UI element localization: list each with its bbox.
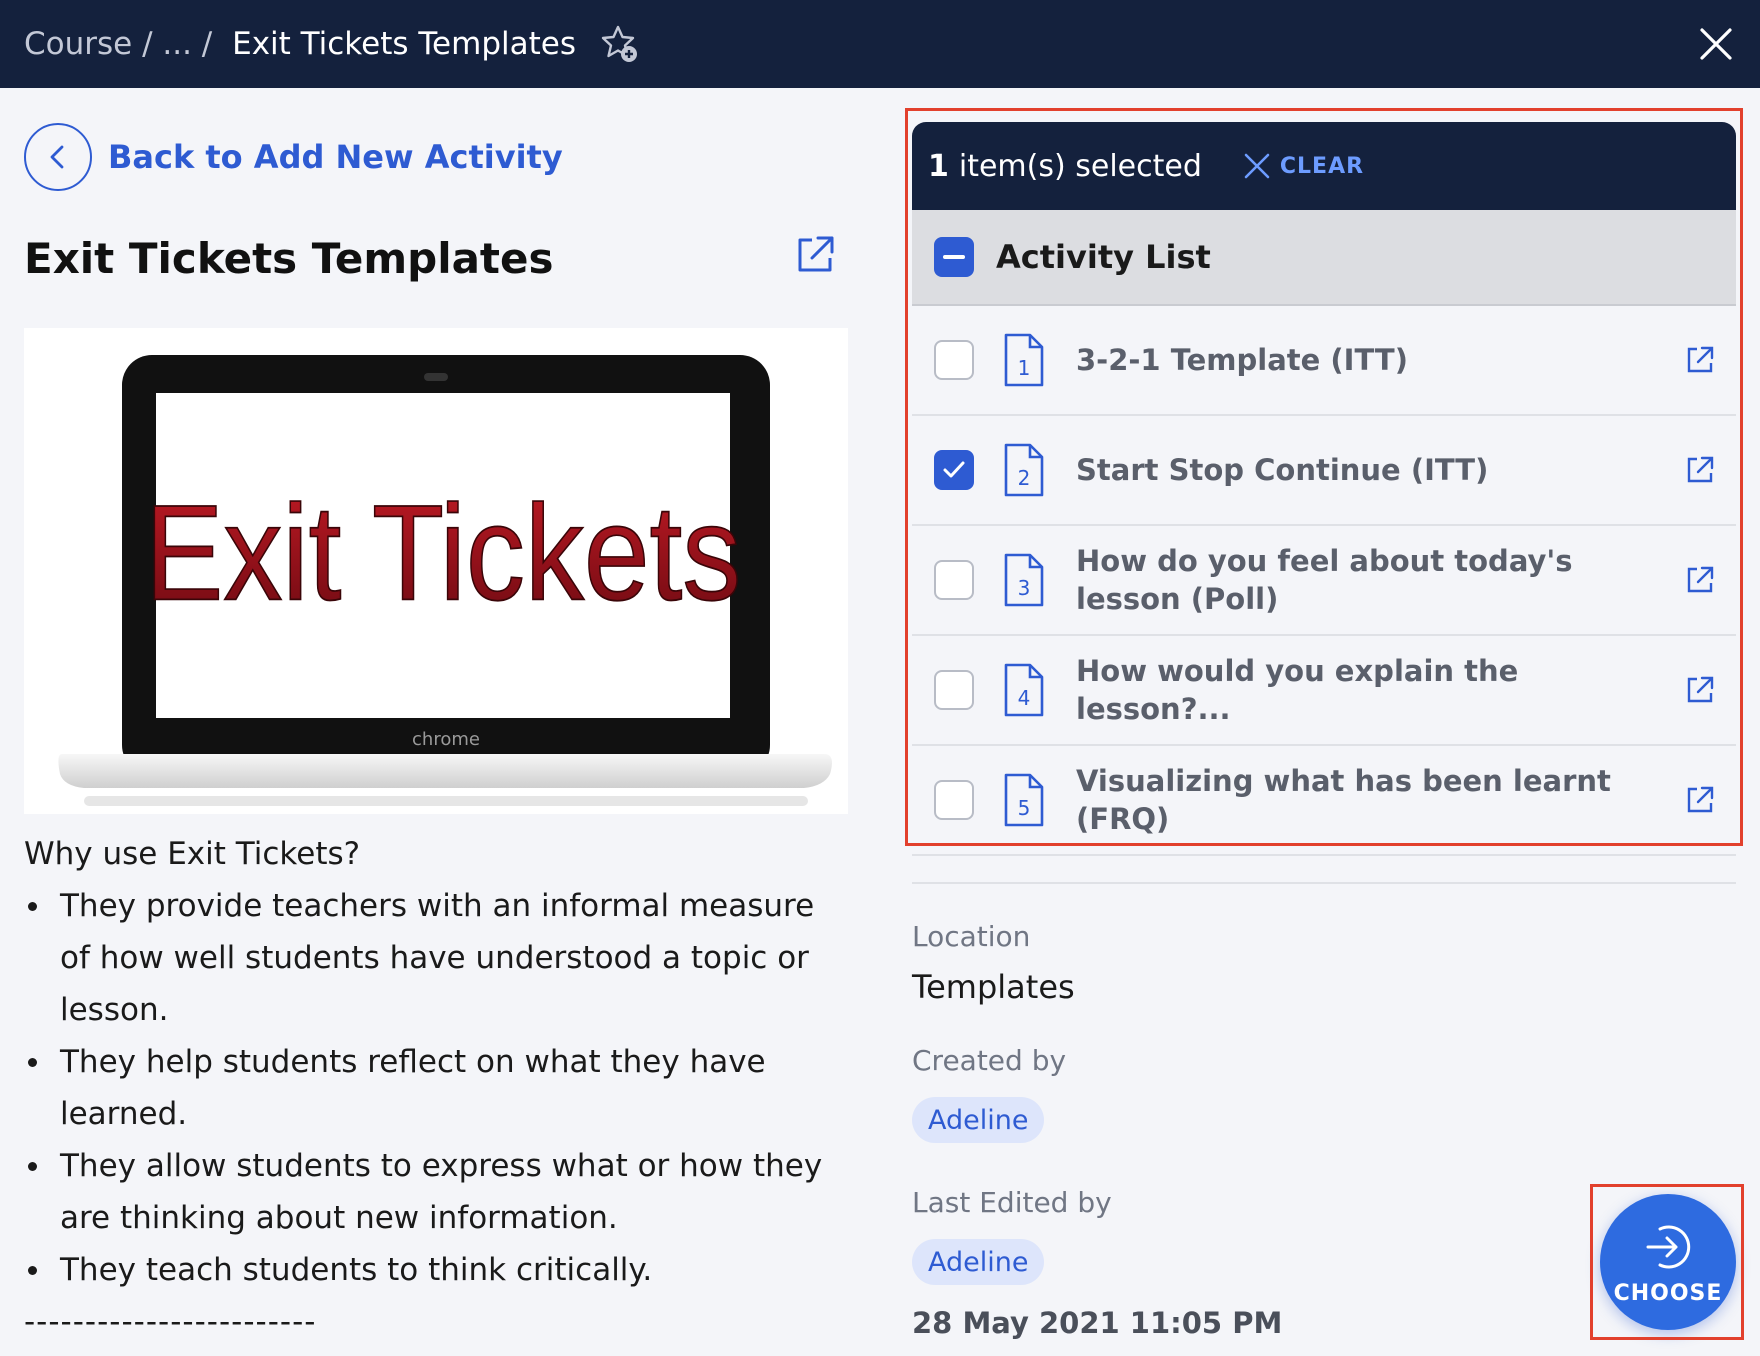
- open-external-icon[interactable]: [1684, 344, 1716, 376]
- activity-row[interactable]: 3 How do you feel about today's lesson (…: [912, 526, 1736, 636]
- breadcrumb-separator: /: [132, 26, 163, 62]
- activity-title: Visualizing what has been learnt (FRQ): [1076, 764, 1611, 836]
- open-external-icon[interactable]: [1684, 784, 1716, 816]
- location-label: Location: [912, 920, 1031, 953]
- choose-label: CHOOSE: [1613, 1280, 1723, 1306]
- favorite-star-icon[interactable]: [598, 23, 640, 65]
- minus-icon: [943, 255, 965, 259]
- document-icon: 3: [1004, 553, 1044, 607]
- svg-text:3: 3: [1018, 576, 1031, 600]
- svg-text:1: 1: [1018, 356, 1031, 380]
- breadcrumb-current: Exit Tickets Templates: [232, 26, 576, 62]
- activity-row[interactable]: 1 3-2-1 Template (ITT): [912, 306, 1736, 416]
- document-icon: 5: [1004, 773, 1044, 827]
- row-checkbox[interactable]: [934, 560, 974, 600]
- svg-text:4: 4: [1018, 686, 1031, 710]
- checkmark-icon: [943, 461, 965, 478]
- document-icon: 2: [1004, 443, 1044, 497]
- back-button-label: Back to Add New Activity: [108, 138, 563, 176]
- description-bullet: They allow students to express what or h…: [24, 1140, 844, 1244]
- row-checkbox[interactable]: [934, 780, 974, 820]
- open-external-icon[interactable]: [1684, 454, 1716, 486]
- row-checkbox-checked[interactable]: [934, 450, 974, 490]
- hero-image: Exit Tickets chrome: [24, 328, 848, 814]
- clear-label: CLEAR: [1279, 153, 1365, 179]
- svg-text:2: 2: [1018, 466, 1031, 490]
- activity-title: How do you feel about today's lesson (Po…: [1076, 544, 1573, 616]
- activity-title: 3-2-1 Template (ITT): [1076, 343, 1408, 377]
- selection-bar: 1 item(s) selected CLEAR: [912, 122, 1736, 210]
- selected-count: 1: [928, 148, 949, 184]
- breadcrumb-ellipsis[interactable]: ...: [162, 26, 192, 62]
- row-checkbox[interactable]: [934, 670, 974, 710]
- created-by-chip[interactable]: Adeline: [912, 1097, 1045, 1143]
- description-divider: ------------------------: [24, 1304, 317, 1340]
- hero-brand-text: chrome: [412, 729, 480, 750]
- activity-title: How would you explain the lesson?...: [1076, 654, 1519, 726]
- activity-title: Start Stop Continue (ITT): [1076, 453, 1489, 487]
- activity-rows: 1 3-2-1 Template (ITT) 2 Start Stop Cont…: [912, 306, 1736, 856]
- enter-arrow-icon: [1646, 1225, 1691, 1268]
- document-icon: 4: [1004, 663, 1044, 717]
- choose-button[interactable]: CHOOSE: [1600, 1194, 1736, 1330]
- open-external-icon[interactable]: [1684, 674, 1716, 706]
- clear-x-icon: [1244, 153, 1270, 179]
- created-by-label: Created by: [912, 1044, 1067, 1077]
- activity-row[interactable]: 2 Start Stop Continue (ITT): [912, 416, 1736, 526]
- description-bullet: They teach students to think critically.: [24, 1244, 844, 1296]
- breadcrumb-separator: /: [191, 26, 223, 62]
- svg-text:5: 5: [1018, 796, 1031, 820]
- description-bullets: They provide teachers with an informal m…: [24, 880, 844, 1296]
- select-all-checkbox[interactable]: [934, 237, 974, 277]
- activity-list-header: Activity List: [912, 210, 1736, 306]
- close-icon[interactable]: [1694, 22, 1738, 66]
- hero-exit-tickets-text: Exit Tickets: [145, 477, 742, 629]
- activity-list-title: Activity List: [996, 238, 1211, 276]
- description-intro: Why use Exit Tickets?: [24, 836, 361, 872]
- open-external-icon[interactable]: [792, 232, 838, 278]
- activity-list-panel: 1 item(s) selected CLEAR Activity List 1…: [880, 88, 1760, 1356]
- selected-text: item(s) selected: [958, 148, 1202, 184]
- last-edited-label: Last Edited by: [912, 1186, 1112, 1219]
- description-bullet: They help students reflect on what they …: [24, 1036, 844, 1140]
- last-edited-date: 28 May 2021 11:05 PM: [912, 1306, 1283, 1340]
- description-bullet: They provide teachers with an informal m…: [24, 880, 844, 1036]
- section-divider: [912, 882, 1736, 884]
- back-arrow-icon: [24, 123, 92, 191]
- page-title: Exit Tickets Templates: [24, 234, 554, 283]
- activity-description: Why use Exit Tickets? They provide teach…: [24, 828, 844, 1348]
- row-checkbox[interactable]: [934, 340, 974, 380]
- clear-selection-button[interactable]: CLEAR: [1242, 151, 1364, 181]
- location-value: Templates: [912, 968, 1075, 1006]
- activity-preview-panel: Back to Add New Activity Exit Tickets Te…: [0, 88, 880, 1356]
- document-icon: 1: [1004, 333, 1044, 387]
- last-edited-chip[interactable]: Adeline: [912, 1239, 1045, 1285]
- back-to-add-activity-button[interactable]: Back to Add New Activity: [24, 123, 563, 191]
- top-bar: Course / ... / Exit Tickets Templates: [0, 0, 1760, 88]
- activity-row[interactable]: 4 How would you explain the lesson?...: [912, 636, 1736, 746]
- open-external-icon[interactable]: [1684, 564, 1716, 596]
- activity-row[interactable]: 5 Visualizing what has been learnt (FRQ): [912, 746, 1736, 856]
- breadcrumb-course[interactable]: Course: [24, 26, 132, 62]
